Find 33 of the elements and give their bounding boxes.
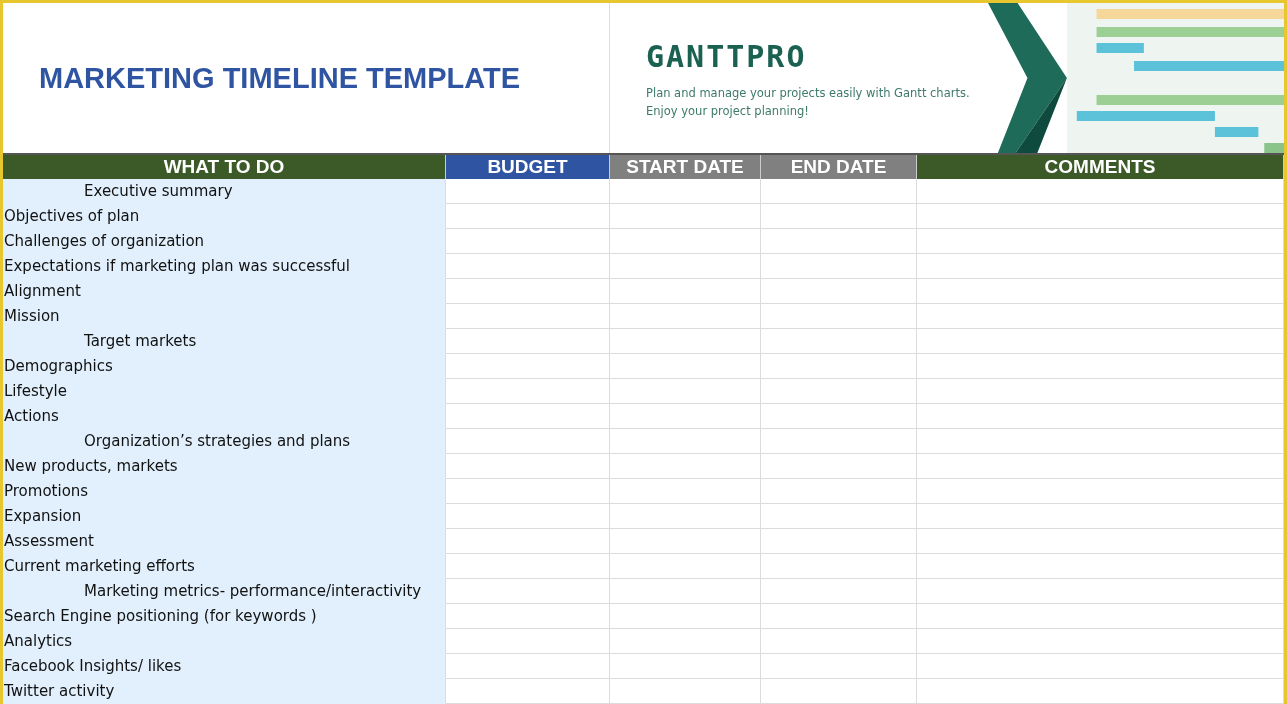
gantt-bar [1096,43,1144,53]
column-header: COMMENTS [917,155,1284,179]
sheet-title: MARKETING TIMELINE TEMPLATE [39,61,521,95]
column-header: END DATE [761,155,917,179]
task-cell: Mission [3,304,446,329]
task-cell: Objectives of plan [3,204,446,229]
task-cell: Alignment [3,279,446,304]
tagline-text: Enjoy your project planning! [646,103,810,118]
task-cell: Assessment [3,529,446,554]
section-heading-cell: Executive summary [3,179,446,204]
task-cell: Facebook Insights/ likes [3,654,446,679]
task-cell: Demographics [3,354,446,379]
gantt-bar [1264,143,1284,153]
task-cell: Expansion [3,504,446,529]
task-cell: Analytics [3,629,446,654]
task-cell: Expectations if marketing plan was successful [3,254,446,279]
task-cell: Current marketing efforts [3,554,446,579]
task-cell: Challenges of organization [3,229,446,254]
tagline-text: Plan and manage your projects easily with Gantt charts. [646,85,970,100]
task-cell: Lifestyle [3,379,446,404]
section-heading-cell: Marketing metrics- performance/interactivity [3,579,446,604]
section-heading-cell: Organization’s strategies and plans [3,429,446,454]
task-cell: Actions [3,404,446,429]
column-header: BUDGET [446,155,610,179]
task-cell: Promotions [3,479,446,504]
task-cell: Search Engine positioning (for keywords ) [3,604,446,629]
task-cell: New products, markets [3,454,446,479]
task-cell: Twitter activity [3,679,446,704]
column-header: START DATE [610,155,761,179]
gantt-bar [1214,127,1259,137]
logo-text: GANTTPRO [646,38,808,74]
section-heading-cell: Target markets [3,329,446,354]
column-header: WHAT TO DO [3,155,446,179]
